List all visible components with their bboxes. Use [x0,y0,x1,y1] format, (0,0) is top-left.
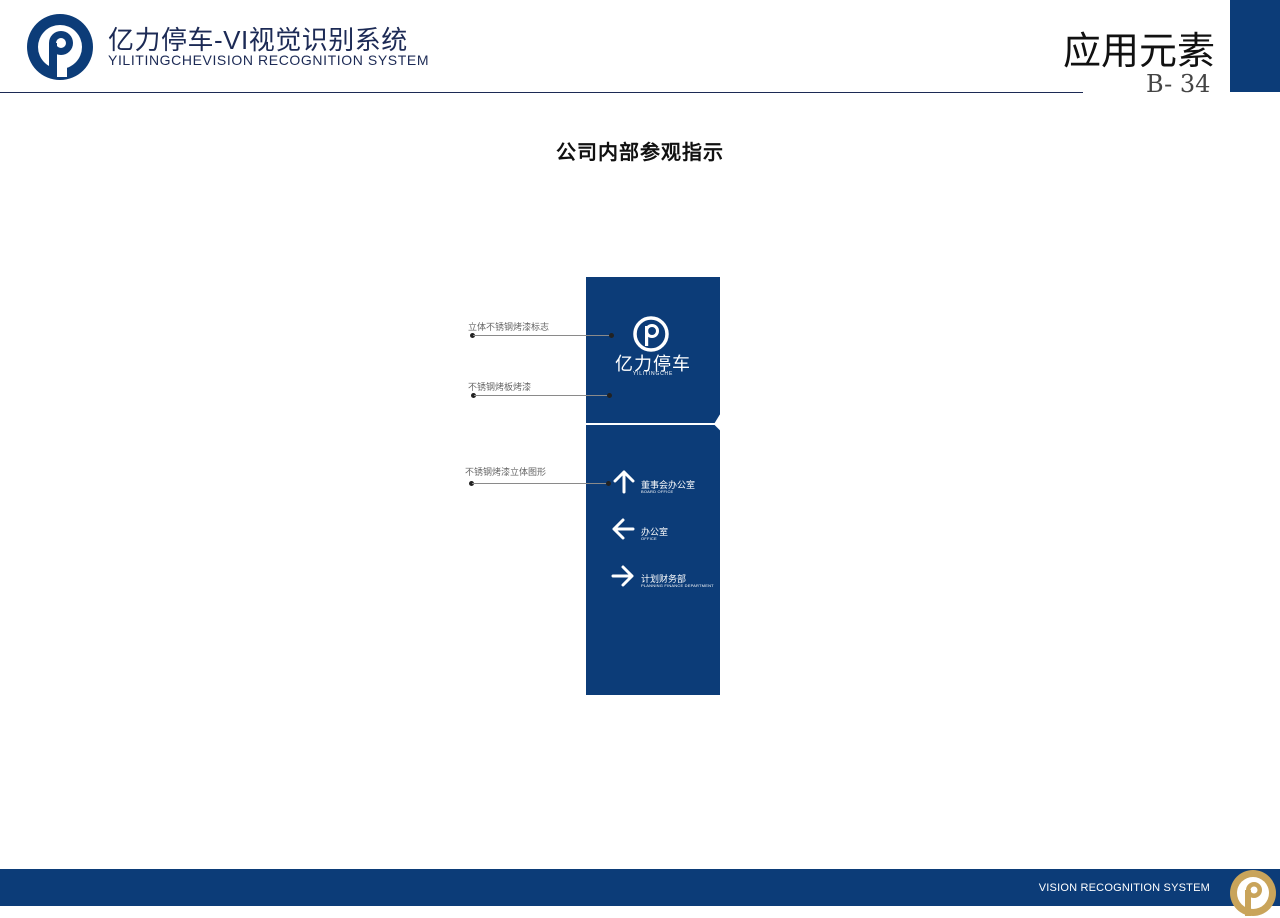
arrow-left-icon [612,518,635,540]
direction-label-finance-en: PLANNING FINANCE DEPARTMENT [641,583,714,588]
footer-text: VISION RECOGNITION SYSTEM [1038,882,1210,894]
footer-logo-icon [1230,870,1276,916]
callout-label-logo: 立体不锈钢烤漆标志 [468,322,550,332]
sign-bottom-panel [586,425,720,695]
callout-dot [606,481,611,486]
header-divider [0,92,1083,93]
callout-dot [607,393,612,398]
sign-brand-name-en: YILITINGCHE [632,371,674,377]
arrow-up-icon [613,470,635,494]
callout-label-graphic: 不锈钢烤漆立体图形 [465,467,547,477]
page-number: B- 34 [1146,70,1211,98]
brand-logo-icon [27,14,93,80]
arrow-right-icon [611,565,634,587]
corner-accent-block [1230,0,1280,92]
direction-label-office-en: OFFICE [641,536,657,541]
direction-label-board-office-en: BOARD OFFICE [641,489,674,494]
callout-label-panel: 不锈钢烤板烤漆 [468,382,532,392]
section-title: 应用元素 [1063,29,1216,73]
brand-subtitle: YILITINGCHEVISION RECOGNITION SYSTEM [108,52,430,68]
page-title: 公司内部参观指示 [556,140,724,164]
callout-leader-line [474,395,610,396]
callout-leader-line [473,335,611,336]
callout-leader-line [472,483,609,484]
sign-logo-icon [633,316,669,352]
callout-dot [609,333,614,338]
